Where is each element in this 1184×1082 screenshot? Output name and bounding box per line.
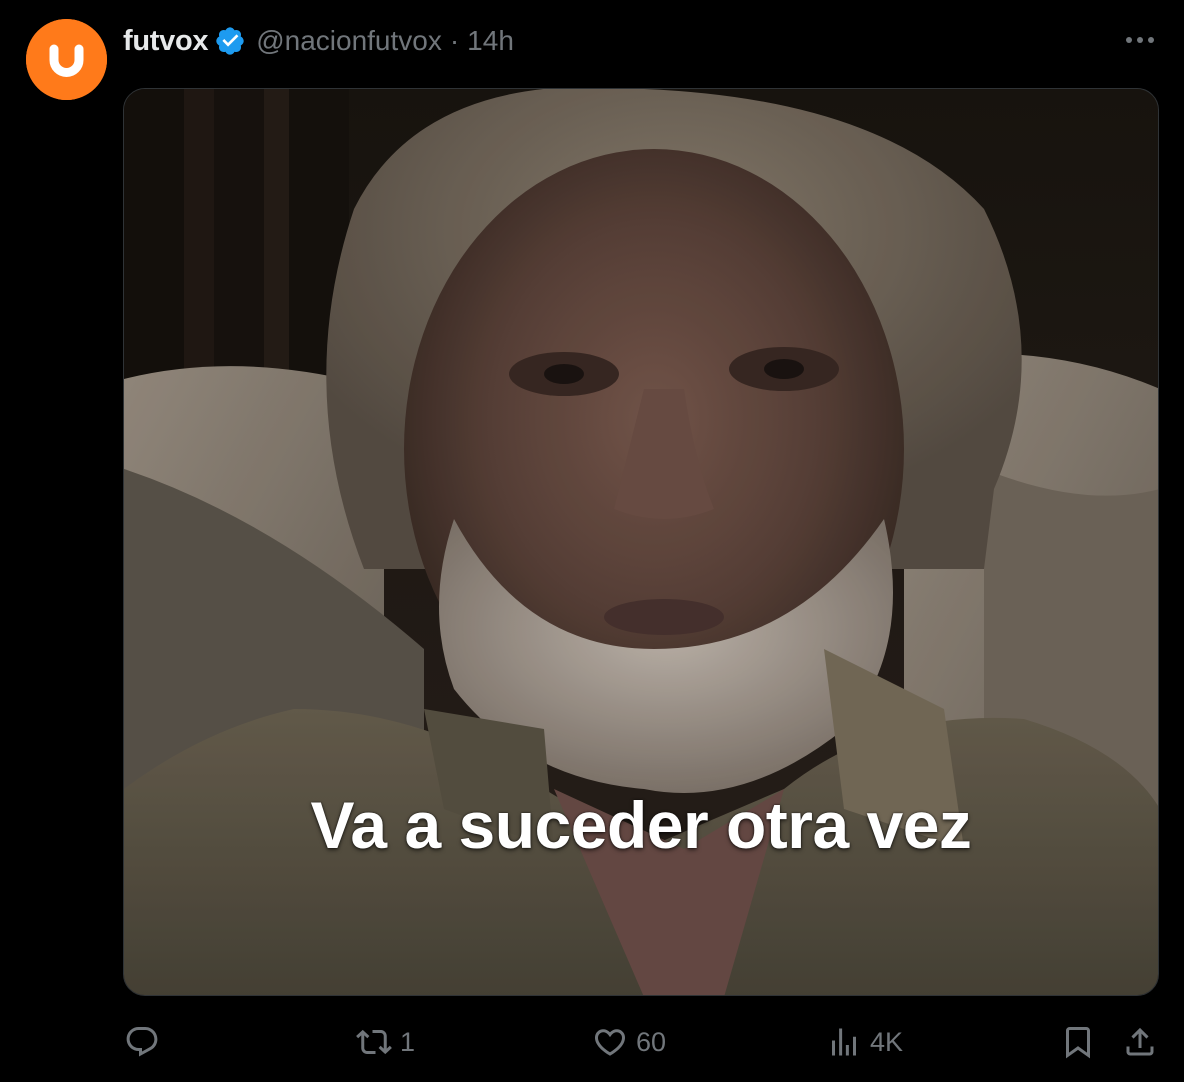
analytics-icon [832, 1028, 856, 1056]
tweet[interactable]: futvox @nacionfutvox · 14h Va a suceder … [0, 0, 1184, 1082]
tweet-media[interactable]: Va a suceder otra vez [123, 88, 1159, 996]
heart-icon [594, 1029, 626, 1056]
share-button[interactable] [1122, 1016, 1158, 1068]
views-count: 4K [870, 1026, 904, 1057]
views-button[interactable]: 4K [826, 1016, 903, 1068]
retweet-icon [356, 1029, 392, 1055]
like-button[interactable]: 60 [592, 1016, 666, 1068]
tweet-header: futvox @nacionfutvox · 14h [123, 22, 514, 60]
more-icon [1126, 37, 1154, 43]
meme-caption: Va a suceder otra vez [310, 788, 972, 862]
bookmark-icon [1066, 1027, 1090, 1059]
share-icon [1126, 1027, 1154, 1056]
reply-button[interactable] [124, 1016, 160, 1068]
like-count: 60 [636, 1026, 667, 1057]
timestamp[interactable]: 14h [467, 25, 514, 57]
reply-icon [126, 1027, 158, 1057]
futvox-logo-icon [26, 19, 107, 100]
display-name[interactable]: futvox [123, 25, 209, 58]
action-bar: 1 60 4K [0, 1016, 1184, 1068]
handle[interactable]: @nacionfutvox [256, 25, 442, 57]
separator-dot: · [449, 25, 460, 56]
bookmark-button[interactable] [1060, 1016, 1096, 1068]
verified-badge-icon[interactable] [214, 25, 246, 57]
retweet-count: 1 [400, 1026, 416, 1057]
avatar[interactable] [26, 19, 107, 100]
retweet-button[interactable]: 1 [356, 1016, 415, 1068]
more-options-button[interactable] [1120, 26, 1160, 54]
